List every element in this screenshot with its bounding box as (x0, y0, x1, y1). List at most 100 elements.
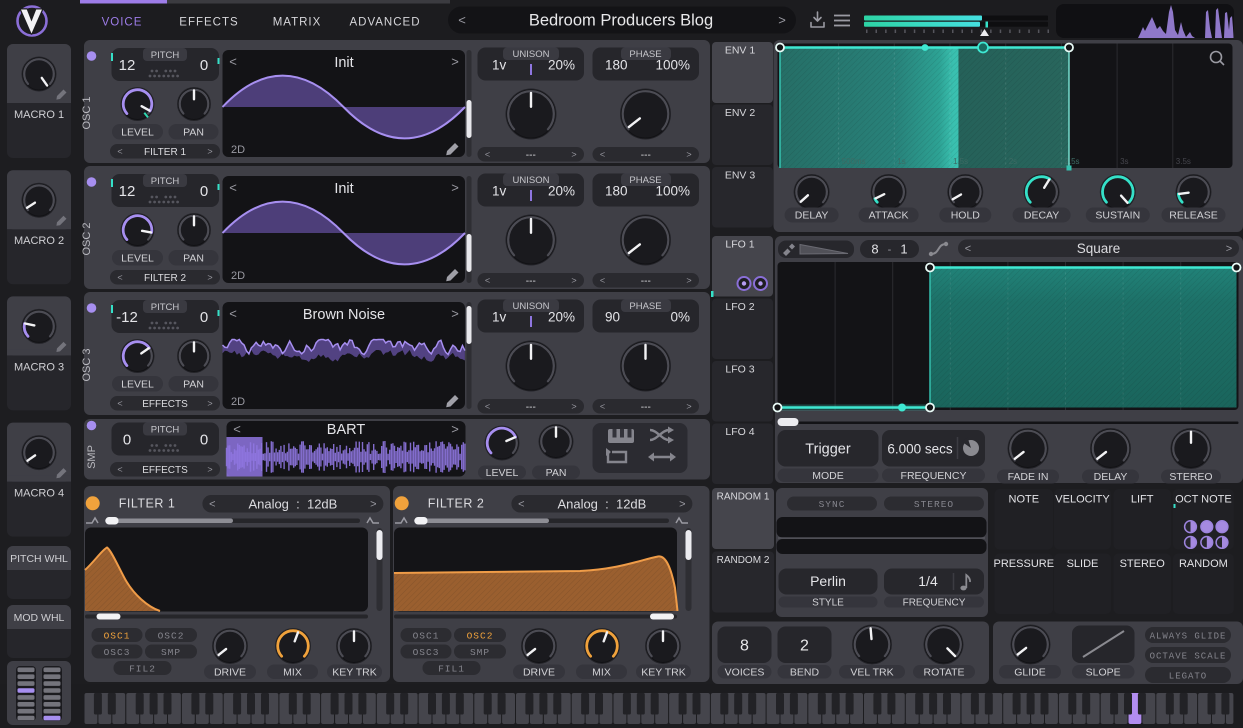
svg-text:>: > (571, 275, 576, 285)
svg-text:FILTER 1: FILTER 1 (144, 147, 186, 158)
svg-text:20%: 20% (548, 310, 575, 325)
svg-text:---: --- (641, 276, 651, 287)
svg-text:Brown Noise: Brown Noise (303, 307, 385, 323)
svg-text:2D: 2D (231, 396, 245, 408)
svg-text:<: < (485, 149, 490, 159)
svg-text:20%: 20% (548, 184, 575, 199)
svg-text:<: < (229, 54, 237, 69)
svg-text:OSC3: OSC3 (104, 647, 131, 658)
svg-text:>: > (571, 401, 576, 411)
svg-text:<: < (965, 243, 971, 255)
svg-text:DECAY: DECAY (1024, 210, 1059, 222)
svg-text:6.000 secs: 6.000 secs (887, 442, 953, 457)
svg-text:>: > (451, 306, 459, 321)
svg-text:PITCH: PITCH (151, 425, 180, 436)
svg-text:LIFT: LIFT (1131, 494, 1154, 506)
svg-text:EFFECTS: EFFECTS (142, 465, 188, 476)
svg-text:Init: Init (334, 55, 353, 71)
svg-text:PITCH: PITCH (151, 302, 180, 313)
svg-text:MODE: MODE (812, 470, 844, 482)
svg-text:RELEASE: RELEASE (1169, 210, 1217, 222)
svg-text:<: < (117, 272, 122, 282)
svg-text:PAN: PAN (183, 126, 204, 138)
svg-text:1: 1 (900, 242, 907, 257)
svg-text:>: > (451, 422, 459, 437)
svg-text:PRESSURE: PRESSURE (994, 558, 1055, 570)
svg-text:---: --- (641, 150, 651, 161)
svg-text:100%: 100% (655, 58, 690, 73)
svg-text:BEND: BEND (790, 666, 820, 678)
svg-text:HOLD: HOLD (951, 210, 981, 222)
svg-text:<: < (485, 275, 490, 285)
svg-text:<: < (600, 275, 605, 285)
svg-text:FIL2: FIL2 (129, 664, 156, 675)
svg-text:2D: 2D (231, 270, 245, 282)
svg-text:<: < (209, 499, 215, 511)
svg-text:<: < (600, 149, 605, 159)
svg-text:ENV 2: ENV 2 (725, 107, 756, 119)
svg-text:3s: 3s (1120, 157, 1128, 166)
svg-text:DELAY: DELAY (1094, 471, 1128, 483)
svg-text:MOD WHL: MOD WHL (14, 612, 65, 624)
svg-text:VELOCITY: VELOCITY (1055, 494, 1110, 506)
svg-text:<: < (233, 422, 241, 437)
svg-text:---: --- (641, 402, 651, 413)
svg-text:KEY TRK: KEY TRK (641, 666, 686, 678)
svg-text:KEY TRK: KEY TRK (332, 666, 377, 678)
svg-text:FREQUENCY: FREQUENCY (901, 470, 967, 482)
svg-text:>: > (1226, 243, 1232, 255)
svg-text:0: 0 (200, 57, 208, 74)
svg-text:MATRIX: MATRIX (273, 17, 322, 29)
svg-text:<: < (229, 180, 237, 195)
svg-text:Init: Init (334, 181, 353, 197)
svg-text:FREQUENCY: FREQUENCY (903, 598, 966, 609)
svg-text:Square: Square (1077, 241, 1121, 256)
svg-text:ATTACK: ATTACK (869, 210, 909, 222)
svg-text:>: > (207, 464, 212, 474)
svg-text:PHASE: PHASE (629, 301, 661, 312)
svg-text:LEVEL: LEVEL (121, 252, 154, 264)
svg-text:>: > (207, 146, 212, 156)
svg-text:>: > (686, 275, 691, 285)
svg-text:ROTATE: ROTATE (923, 666, 964, 678)
svg-text:ENV 1: ENV 1 (725, 45, 756, 57)
svg-text:STYLE: STYLE (812, 598, 844, 609)
svg-text:MIX: MIX (592, 666, 611, 678)
svg-text:ENV 3: ENV 3 (725, 170, 756, 182)
svg-text:Perlin: Perlin (810, 573, 846, 589)
svg-text:FILTER 2: FILTER 2 (428, 497, 485, 511)
svg-text:DRIVE: DRIVE (214, 666, 246, 678)
svg-text:MACRO 3: MACRO 3 (14, 361, 64, 373)
svg-text:>: > (207, 398, 212, 408)
svg-text:2: 2 (800, 638, 809, 655)
svg-text:LFO 1: LFO 1 (725, 239, 754, 251)
svg-text:DRIVE: DRIVE (523, 666, 555, 678)
svg-text:VEL TRK: VEL TRK (850, 666, 893, 678)
svg-text:EFFECTS: EFFECTS (142, 399, 188, 410)
svg-text:STEREO: STEREO (914, 499, 954, 510)
svg-text:FILTER 1: FILTER 1 (119, 497, 176, 511)
svg-text:PITCH: PITCH (151, 176, 180, 187)
svg-text:3.5s: 3.5s (1176, 157, 1191, 166)
svg-text:LEGATO: LEGATO (1169, 672, 1207, 682)
svg-text:LFO 4: LFO 4 (725, 426, 754, 438)
svg-text:UNISON: UNISON (513, 175, 550, 186)
svg-text:STEREO: STEREO (1120, 558, 1166, 570)
svg-text:VOICE: VOICE (102, 17, 143, 29)
svg-text:-12: -12 (116, 309, 138, 326)
svg-text:<: < (458, 13, 466, 28)
svg-text:OSC 3: OSC 3 (81, 348, 93, 381)
svg-text:OSC2: OSC2 (158, 631, 185, 642)
svg-text:>: > (571, 149, 576, 159)
svg-text:1s: 1s (897, 157, 905, 166)
svg-text:1v: 1v (492, 184, 507, 199)
svg-text:OSC 2: OSC 2 (81, 222, 93, 255)
svg-text:VOICES: VOICES (725, 666, 765, 678)
svg-text:OSC 1: OSC 1 (81, 96, 93, 129)
svg-text:GLIDE: GLIDE (1014, 666, 1046, 678)
svg-text:---: --- (526, 276, 536, 287)
svg-text:OCT NOTE: OCT NOTE (1175, 494, 1232, 506)
svg-text:0: 0 (123, 432, 131, 449)
svg-text:>: > (686, 149, 691, 159)
svg-text:---: --- (526, 150, 536, 161)
